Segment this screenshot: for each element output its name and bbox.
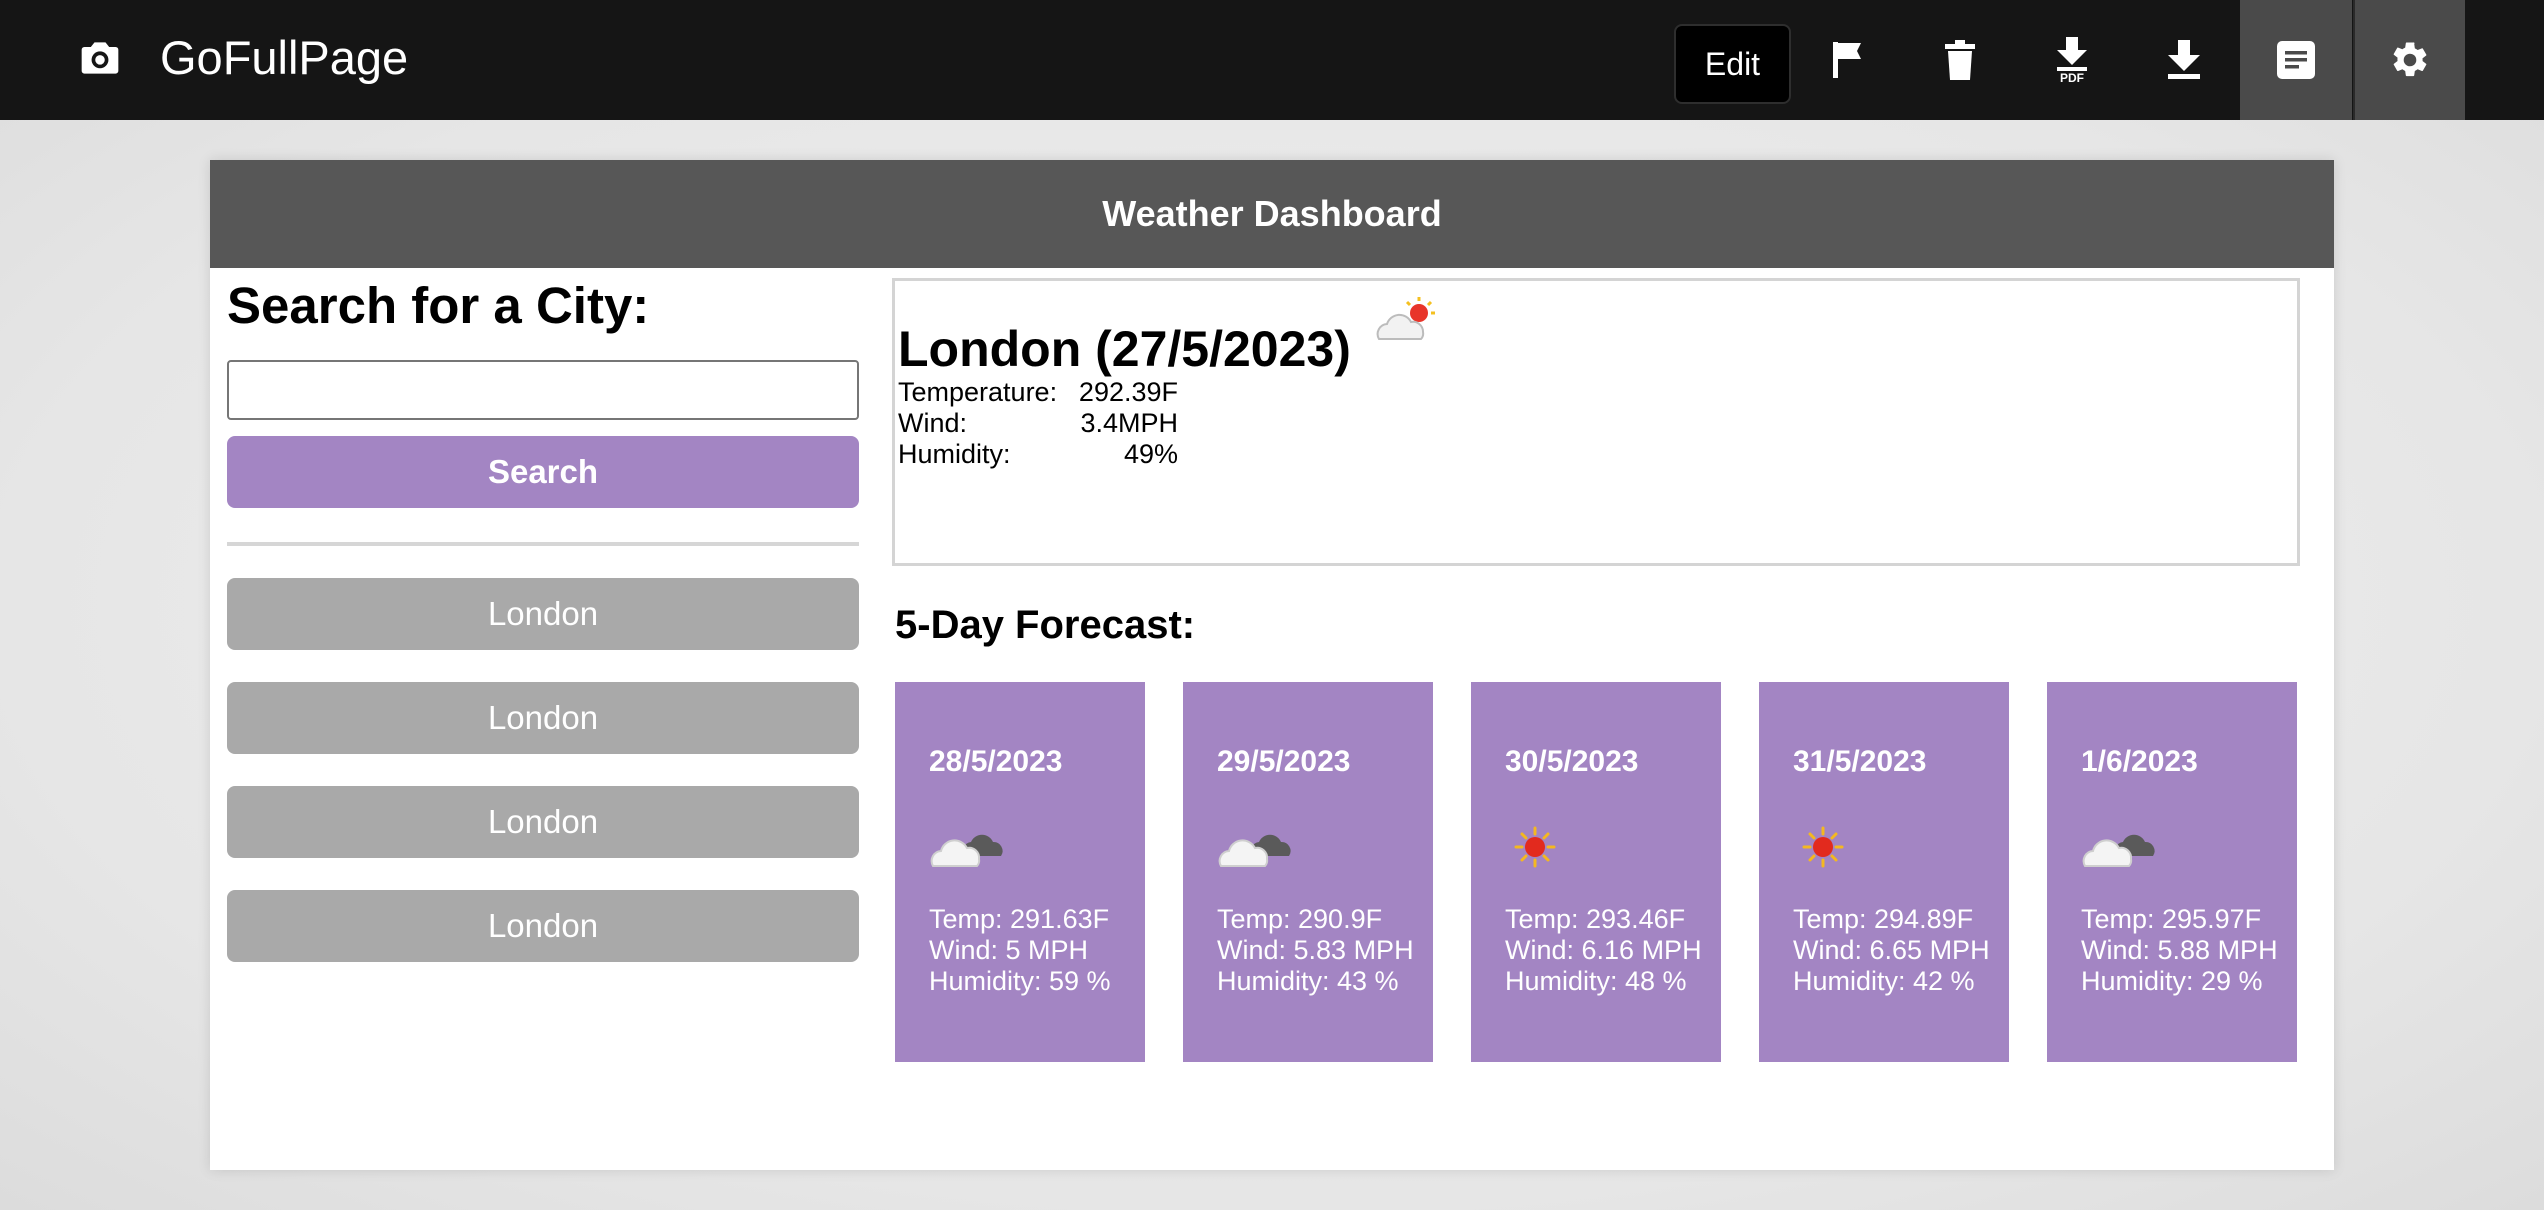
forecast-card: 31/5/2023 Temp: 294.89F Wind: 6.65 MPH H…: [1759, 682, 2009, 1062]
forecast-details: Temp: 291.63F Wind: 5 MPH Humidity: 59 %: [929, 904, 1139, 997]
history-button[interactable]: London: [227, 786, 859, 858]
camera-icon[interactable]: [78, 36, 122, 80]
forecast-humidity: Humidity: 42 %: [1793, 966, 1975, 996]
forecast-temp: Temp: 291.63F: [929, 904, 1110, 934]
forecast-wind: Wind: 5.83 MPH: [1217, 935, 1414, 965]
download-button[interactable]: [2128, 0, 2240, 120]
search-button[interactable]: Search: [227, 436, 859, 508]
forecast-temp: Temp: 293.46F: [1505, 904, 1686, 934]
forecast-card: 29/5/2023 Temp: 290.9F Wind: 5.83 MPH Hu…: [1183, 682, 1433, 1062]
city-search-input[interactable]: [227, 360, 859, 420]
forecast-wind: Wind: 5.88 MPH: [2081, 935, 2278, 965]
forecast-details: Temp: 294.89F Wind: 6.65 MPH Humidity: 4…: [1793, 904, 2003, 997]
cloud-icon: [2082, 834, 2155, 867]
forecast-details: Temp: 295.97F Wind: 5.88 MPH Humidity: 2…: [2081, 904, 2291, 997]
forecast-temp: Temp: 290.9F: [1217, 904, 1383, 934]
forecast-humidity: Humidity: 43 %: [1217, 966, 1399, 996]
extension-toolbar: GoFullPage Edit PDF: [0, 0, 2544, 120]
humidity-value: 49%: [1123, 439, 1178, 469]
page-card: Weather Dashboard Search for a City: Sea…: [210, 160, 2334, 1170]
forecast-humidity: Humidity: 48 %: [1505, 966, 1687, 996]
cloud-icon: [1218, 834, 1291, 867]
wind-value: 3.4MPH: [1080, 408, 1178, 438]
forecast-temp: Temp: 294.89F: [1793, 904, 1974, 934]
current-city-title: London (27/5/2023): [898, 321, 1351, 377]
notes-button[interactable]: [2240, 0, 2352, 120]
forecast-temp: Temp: 295.97F: [2081, 904, 2262, 934]
forecast-card: 1/6/2023 Temp: 295.97F Wind: 5.88 MPH Hu…: [2047, 682, 2297, 1062]
forecast-humidity: Humidity: 29 %: [2081, 966, 2263, 996]
forecast-wind: Wind: 5 MPH: [929, 935, 1089, 965]
cloud-icon: [930, 834, 1003, 867]
sun-icon: [1514, 826, 1556, 868]
download-pdf-icon: PDF: [2057, 37, 2087, 83]
history-button[interactable]: London: [227, 682, 859, 754]
download-pdf-button[interactable]: PDF: [2016, 0, 2128, 120]
edit-button[interactable]: Edit: [1674, 24, 1791, 104]
forecast-details: Temp: 293.46F Wind: 6.16 MPH Humidity: 4…: [1505, 904, 1715, 997]
trash-icon: [1945, 40, 1975, 80]
forecast-date: 30/5/2023: [1505, 745, 1639, 778]
forecast-wind: Wind: 6.65 MPH: [1793, 935, 1990, 965]
pdf-badge: PDF: [2060, 71, 2084, 83]
gear-icon: [2393, 42, 2427, 77]
search-title: Search for a City:: [227, 277, 650, 334]
forecast-humidity: Humidity: 59 %: [929, 966, 1111, 996]
forecast-card: 30/5/2023 Temp: 293.46F Wind: 6.16 MPH H…: [1471, 682, 1721, 1062]
forecast-date: 31/5/2023: [1793, 745, 1927, 778]
flag-button[interactable]: [1792, 0, 1904, 120]
history-button[interactable]: London: [227, 578, 859, 650]
forecast-date: 29/5/2023: [1217, 745, 1351, 778]
divider: [227, 542, 859, 546]
flag-icon: [1833, 42, 1861, 78]
forecast-title: 5-Day Forecast:: [895, 603, 1196, 647]
forecast-date: 28/5/2023: [929, 745, 1063, 778]
temperature-value: 292.39F: [1078, 377, 1178, 407]
delete-button[interactable]: [1904, 0, 2016, 120]
download-icon: [2168, 40, 2200, 79]
current-weather-panel: London (27/5/2023) Temperature: 292.39F …: [892, 278, 2300, 566]
app-title: GoFullPage: [160, 31, 409, 84]
page-header: Weather Dashboard: [210, 160, 2334, 268]
partly-cloudy-icon: [1376, 297, 1435, 340]
forecast-wind: Wind: 6.16 MPH: [1505, 935, 1702, 965]
forecast-card: 28/5/2023 Temp: 291.63F Wind: 5 MPH Humi…: [895, 682, 1145, 1062]
settings-button[interactable]: [2353, 0, 2465, 120]
sun-icon: [1802, 826, 1844, 868]
notes-icon: [2277, 41, 2315, 79]
history-button[interactable]: London: [227, 890, 859, 962]
forecast-details: Temp: 290.9F Wind: 5.83 MPH Humidity: 43…: [1217, 904, 1427, 997]
forecast-date: 1/6/2023: [2081, 745, 2198, 778]
